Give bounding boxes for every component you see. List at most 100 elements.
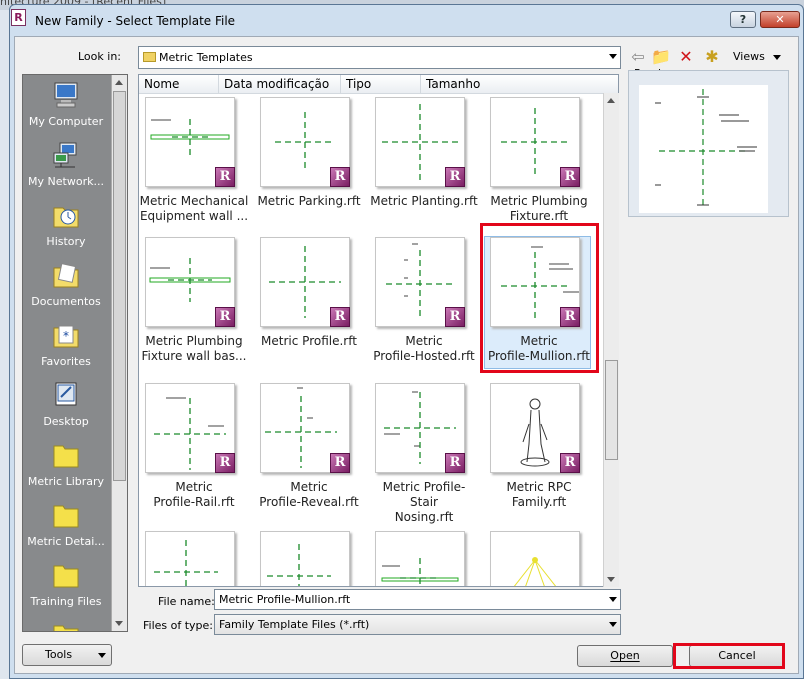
- scroll-up-icon[interactable]: [115, 80, 123, 85]
- folder-icon: [143, 52, 156, 62]
- folder-icon: [53, 445, 79, 468]
- folder-icon: [53, 505, 79, 528]
- place-label: Desktop: [43, 415, 89, 428]
- revit-file-icon: R: [215, 307, 235, 327]
- file-thumbnail: R: [375, 383, 465, 473]
- revit-file-icon: R: [215, 167, 235, 187]
- revit-file-icon: R: [330, 307, 350, 327]
- file-name-line1: Metric RPC: [506, 480, 572, 494]
- file-name: Metric Profile-Hosted.rft: [369, 334, 479, 364]
- file-name: Metric Parking.rft: [254, 194, 364, 209]
- filename-input[interactable]: Metric Profile-Mullion.rft: [214, 589, 621, 610]
- up-folder-icon[interactable]: 📁: [650, 46, 672, 68]
- file-name-line2: Fixture.rft: [509, 209, 569, 223]
- filetype-value: Family Template Files (*.rft): [219, 618, 370, 631]
- scroll-up-icon[interactable]: [607, 98, 615, 103]
- place-label: My Network...: [28, 175, 104, 188]
- file-list[interactable]: Nome Data modificação Tipo Tamanho R Metr…: [138, 74, 619, 587]
- tools-button[interactable]: Tools: [22, 644, 112, 666]
- place-my-computer[interactable]: My Computer: [23, 75, 109, 135]
- place-training-files[interactable]: Training Files: [23, 555, 109, 615]
- open-label: Open: [610, 649, 640, 662]
- chevron-down-icon[interactable]: [609, 54, 617, 59]
- file-thumbnail: R: [145, 97, 235, 187]
- place-more[interactable]: [23, 615, 109, 631]
- file-thumbnail: R: [490, 383, 580, 473]
- file-name-line2: Profile-Reveal.rft: [259, 495, 359, 509]
- file-thumbnail: R: [260, 97, 350, 187]
- file-thumbnail: [375, 531, 465, 586]
- places-scrollbar[interactable]: [111, 75, 127, 631]
- views-chevron-down-icon[interactable]: [773, 55, 781, 60]
- chevron-down-icon[interactable]: [609, 622, 617, 627]
- places-scroll-thumb[interactable]: [113, 91, 126, 481]
- file-thumbnail: R: [490, 97, 580, 187]
- dialog-titlebar[interactable]: R New Family - Select Template File ? ✕: [10, 5, 803, 36]
- file-name-line1: Metric Plumbing: [490, 194, 588, 208]
- file-list-scrollbar[interactable]: [603, 93, 619, 587]
- back-arrow-icon[interactable]: ⇦: [627, 46, 649, 68]
- annotation-highlight-box: [480, 223, 599, 373]
- file-name: Metric Profile.rft: [254, 334, 364, 349]
- file-name: Metric Plumbing Fixture.rft: [484, 194, 594, 224]
- open-button[interactable]: Open: [577, 645, 673, 667]
- revit-file-icon: R: [445, 167, 465, 187]
- annotation-highlight-box: [673, 643, 785, 669]
- place-desktop[interactable]: Desktop: [23, 375, 109, 435]
- dialog-title: New Family - Select Template File: [35, 14, 236, 28]
- place-favorites[interactable]: * Favorites: [23, 315, 109, 375]
- revit-app-icon: R: [11, 9, 26, 26]
- filetype-select[interactable]: Family Template Files (*.rft): [214, 614, 621, 635]
- file-name-line2: Equipment wall ...: [139, 209, 249, 223]
- place-label: My Computer: [28, 115, 104, 128]
- file-name: Metric Profile-Stair Nosing.rft: [369, 480, 479, 525]
- place-label: Favorites: [41, 355, 91, 368]
- file-name: Metric Profile-Reveal.rft: [254, 480, 364, 510]
- revit-file-icon: R: [330, 453, 350, 473]
- place-history[interactable]: History: [23, 195, 109, 255]
- revit-file-icon: R: [560, 167, 580, 187]
- file-name-line1: Metric Profile-Stair: [382, 480, 466, 509]
- delete-icon[interactable]: ✕: [675, 46, 697, 68]
- filename-value: Metric Profile-Mullion.rft: [219, 593, 351, 606]
- place-label: History: [46, 235, 86, 248]
- file-name: Metric Planting.rft: [369, 194, 479, 209]
- scroll-down-icon[interactable]: [607, 577, 615, 582]
- file-thumbnail: R: [145, 237, 235, 327]
- file-name-line1: Metric Mechanical: [139, 194, 249, 208]
- file-name-line1: Metric Parking.rft: [257, 194, 361, 208]
- chevron-down-icon[interactable]: [609, 597, 617, 602]
- place-documentos[interactable]: Documentos: [23, 255, 109, 315]
- template-drawing: [267, 544, 331, 586]
- place-metric-library[interactable]: Metric Library: [23, 435, 109, 495]
- column-header-type[interactable]: Tipo: [341, 75, 421, 94]
- place-metric-detail[interactable]: Metric Detai...: [23, 495, 109, 555]
- revit-file-icon: R: [330, 167, 350, 187]
- place-my-network[interactable]: My Network...: [23, 135, 109, 195]
- file-name-line1: Metric Profile.rft: [261, 334, 357, 348]
- lookin-dropdown[interactable]: Metric Templates: [138, 46, 621, 69]
- views-menu[interactable]: Views: [733, 50, 765, 63]
- file-thumbnail: R: [375, 97, 465, 187]
- column-header-date[interactable]: Data modificação: [219, 75, 341, 94]
- file-thumbnail: [260, 531, 350, 586]
- file-name-line2: Profile-Hosted.rft: [373, 349, 475, 363]
- favorites-icon: *: [53, 325, 79, 348]
- close-button[interactable]: ✕: [760, 11, 800, 28]
- column-header-name[interactable]: Nome: [139, 75, 219, 94]
- scroll-down-icon[interactable]: [115, 621, 123, 626]
- folder-icon: [53, 625, 79, 631]
- help-button[interactable]: ?: [730, 11, 756, 28]
- file-name: Metric RPC Family.rft: [484, 480, 594, 510]
- file-name-line1: Metric: [405, 334, 443, 348]
- file-thumbnail: R: [260, 383, 350, 473]
- template-drawing: [513, 557, 557, 586]
- file-thumbnail: R: [260, 237, 350, 327]
- file-name-line2: Nosing.rft: [394, 510, 454, 524]
- new-folder-icon[interactable]: ✱: [701, 46, 723, 68]
- file-list-scroll-thumb[interactable]: [605, 360, 618, 460]
- file-thumbnail: [145, 531, 235, 586]
- desktop-icon: [55, 382, 77, 406]
- place-label: Training Files: [30, 595, 102, 608]
- column-header-size[interactable]: Tamanho: [421, 75, 618, 94]
